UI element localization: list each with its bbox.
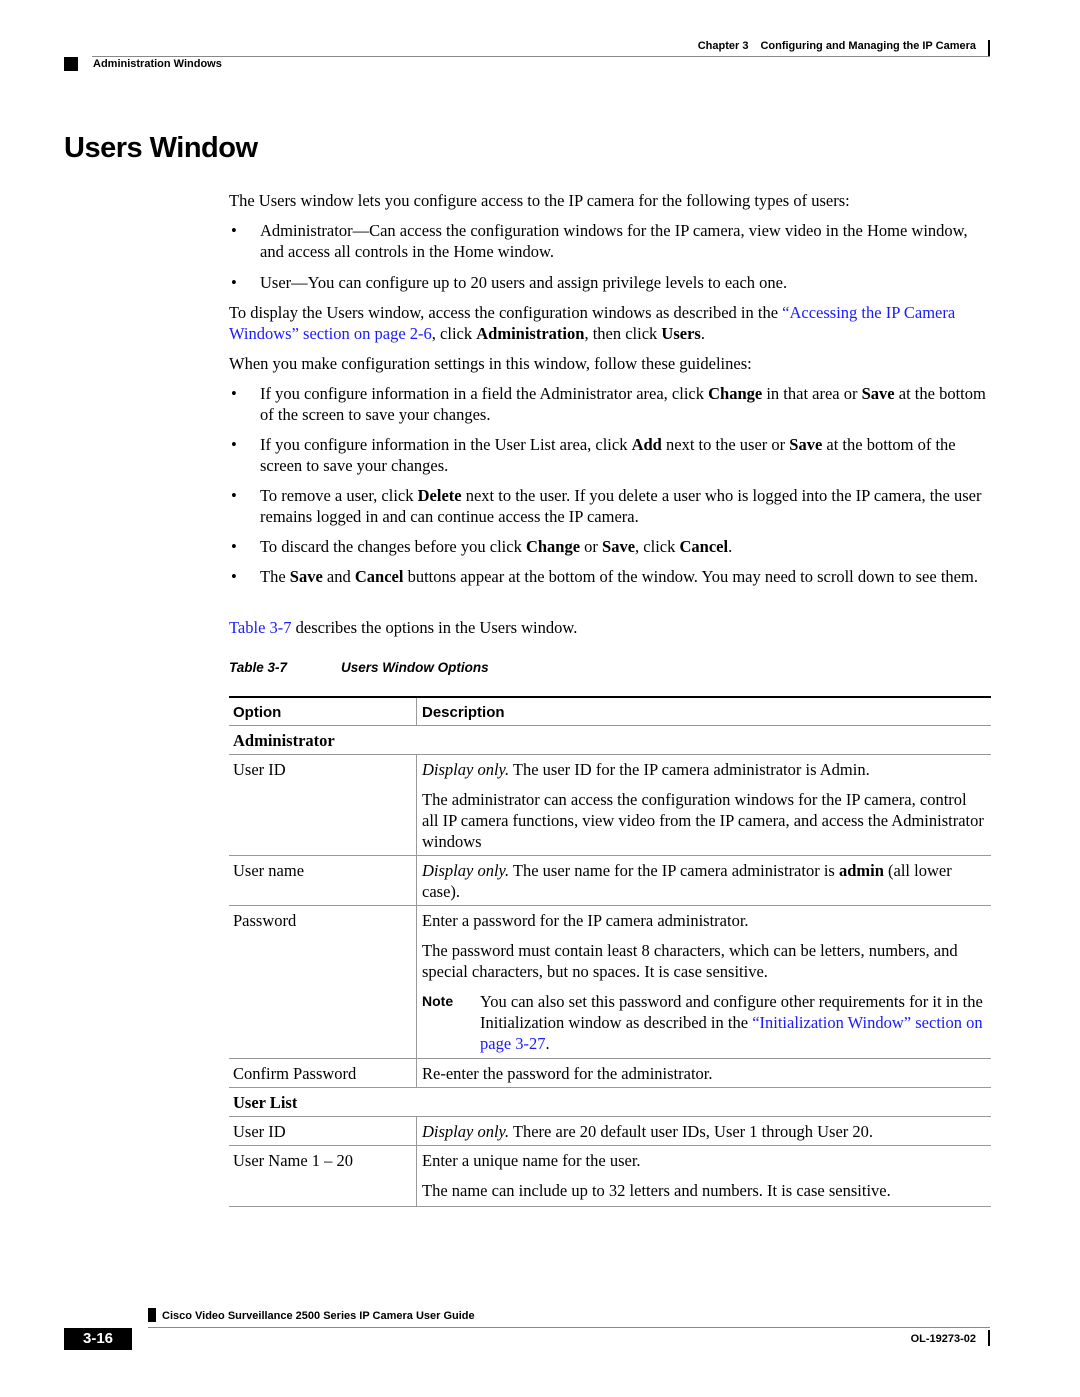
table-row: User ID Display only. There are 20 defau… xyxy=(229,1116,991,1146)
chapter-title: Configuring and Managing the IP Camera xyxy=(760,40,976,52)
section-name: Administration Windows xyxy=(93,58,222,70)
note-label: Note xyxy=(422,993,454,1009)
guidelines-intro: When you make configuration settings in … xyxy=(229,354,752,373)
footer-marker xyxy=(148,1308,156,1322)
intro-paragraph: The Users window lets you configure acce… xyxy=(229,191,850,210)
running-header-chapter: Chapter 3 Configuring and Managing the IP… xyxy=(698,40,976,52)
group-row-administrator: Administrator xyxy=(229,725,991,755)
page-number: 3-16 xyxy=(64,1328,132,1350)
note: Note You can also set this password and … xyxy=(422,992,983,1053)
group-row-user-list: User List xyxy=(229,1087,991,1117)
display-paragraph: To display the Users window, access the … xyxy=(229,303,956,343)
chapter-label: Chapter 3 xyxy=(697,40,749,52)
table-row: User ID Display only. The user ID for th… xyxy=(229,754,991,856)
footer-rule xyxy=(148,1327,990,1328)
page-title: Users Window xyxy=(64,132,258,164)
document-id: OL-19273-02 xyxy=(910,1333,976,1345)
guideline-item: If you configure information in the User… xyxy=(229,434,991,476)
table-row: User name Display only. The user name fo… xyxy=(229,855,991,906)
footer-bar xyxy=(988,1330,990,1346)
column-header-description: Description xyxy=(422,704,505,721)
guideline-item: To remove a user, click Delete next to t… xyxy=(229,485,991,527)
table-row: User Name 1 – 20 Enter a unique name for… xyxy=(229,1145,991,1207)
guideline-item: To discard the changes before you click … xyxy=(229,536,991,557)
header-rule xyxy=(92,56,990,57)
table-reference: Table 3-7 describes the options in the U… xyxy=(229,618,578,637)
table-header-row: Option Description xyxy=(229,696,991,726)
column-header-option: Option xyxy=(233,704,282,721)
table-row: Password Enter a password for the IP cam… xyxy=(229,905,991,1059)
guide-title: Cisco Video Surveillance 2500 Series IP … xyxy=(162,1310,475,1322)
bullet-administrator: Administrator—Can access the configurati… xyxy=(229,220,991,262)
guideline-item: If you configure information in a field … xyxy=(229,383,991,425)
section-marker xyxy=(64,57,78,71)
table-row: Confirm Password Re-enter the password f… xyxy=(229,1058,991,1088)
bullet-user: User—You can configure up to 20 users an… xyxy=(229,272,991,293)
table-3-7-link[interactable]: Table 3-7 xyxy=(229,618,292,637)
guideline-item: The Save and Cancel buttons appear at th… xyxy=(229,566,991,587)
table-caption: Table 3-7 Users Window Options xyxy=(229,660,489,675)
header-bar xyxy=(988,40,990,56)
